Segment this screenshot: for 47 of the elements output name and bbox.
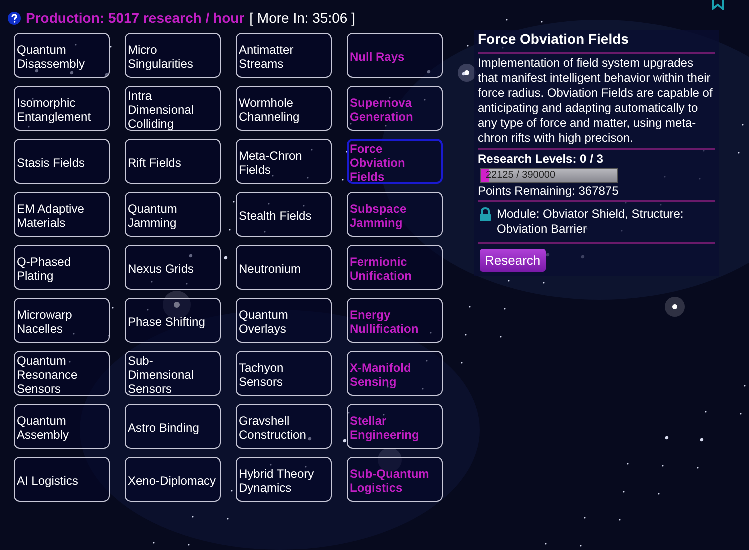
tech-button[interactable]: Stealth Fields xyxy=(236,192,332,237)
tech-button[interactable]: Rift Fields xyxy=(125,139,221,184)
tech-button[interactable]: Astro Binding xyxy=(125,404,221,449)
unlocks-text: Module: Obviator Shield, Structure: Obviation Barrier xyxy=(497,207,685,237)
tech-button[interactable]: Quantum Overlays xyxy=(236,298,332,343)
tech-button[interactable]: X-Manifold Sensing xyxy=(347,351,443,396)
tech-button[interactable]: Stasis Fields xyxy=(14,139,110,184)
tech-button[interactable]: Fermionic Unification xyxy=(347,245,443,290)
production-rate: Production: 5017 research / hour xyxy=(26,10,245,26)
tech-button[interactable]: Nexus Grids xyxy=(125,245,221,290)
tech-button[interactable]: Subspace Jamming xyxy=(347,192,443,237)
tech-button[interactable]: Xeno-Diplomacy xyxy=(125,457,221,502)
tech-button[interactable]: Meta-Chron Fields xyxy=(236,139,332,184)
bookmark-icon[interactable] xyxy=(711,0,725,10)
tech-button[interactable]: Q-Phased Plating xyxy=(14,245,110,290)
tech-button[interactable]: Tachyon Sensors xyxy=(236,351,332,396)
tech-button[interactable]: Antimatter Streams xyxy=(236,33,332,78)
tech-button[interactable]: Null Rays xyxy=(347,33,443,78)
tech-button[interactable]: Energy Nullification xyxy=(347,298,443,343)
tech-button[interactable]: Gravshell Construction xyxy=(236,404,332,449)
tech-button[interactable]: Isomorphic Entanglement xyxy=(14,86,110,131)
tech-title: Force Obviation Fields xyxy=(478,30,630,49)
help-icon[interactable] xyxy=(8,12,21,24)
tech-description: Implementation of field system upgrades that manifest intelligent behavior within their force radius. Obviation Fields are capable of anticipating and adapting automatically to any type of force and matter, using meta-chron rifts with high precison. xyxy=(478,56,714,146)
tech-button[interactable]: Phase Shifting xyxy=(125,298,221,343)
tech-button[interactable]: Micro Singularities xyxy=(125,33,221,78)
tech-button[interactable]: Quantum Assembly xyxy=(14,404,110,449)
tech-button[interactable]: Hybrid Theory Dynamics xyxy=(236,457,332,502)
tech-button[interactable]: Supernova Generation xyxy=(347,86,443,131)
tech-button[interactable]: Wormhole Channeling xyxy=(236,86,332,131)
tech-button[interactable]: Stellar Engineering xyxy=(347,404,443,449)
tech-button[interactable]: Quantum Disassembly xyxy=(14,33,110,78)
tech-button[interactable]: Force Obviation Fields xyxy=(347,139,443,184)
research-button[interactable]: Research xyxy=(480,249,546,272)
tech-button[interactable]: Intra Dimensional Colliding xyxy=(125,86,221,131)
tech-button[interactable]: Quantum Resonance Sensors xyxy=(14,351,110,396)
tech-button[interactable]: Sub-Dimensional Sensors xyxy=(125,351,221,396)
points-remaining: Points Remaining: 367875 xyxy=(478,184,620,198)
tech-button[interactable]: Quantum Jamming xyxy=(125,192,221,237)
tech-button[interactable]: EM Adaptive Materials xyxy=(14,192,110,237)
countdown-timer: [ More In: 35:06 ] xyxy=(250,10,356,26)
tech-button[interactable]: Microwarp Nacelles xyxy=(14,298,110,343)
research-levels: Research Levels: 0 / 3 xyxy=(478,152,604,166)
tech-button[interactable]: AI Logistics xyxy=(14,457,110,502)
padlock-icon xyxy=(478,207,493,222)
tech-button[interactable]: Neutronium xyxy=(236,245,332,290)
tech-button[interactable]: Sub-Quantum Logistics xyxy=(347,457,443,502)
